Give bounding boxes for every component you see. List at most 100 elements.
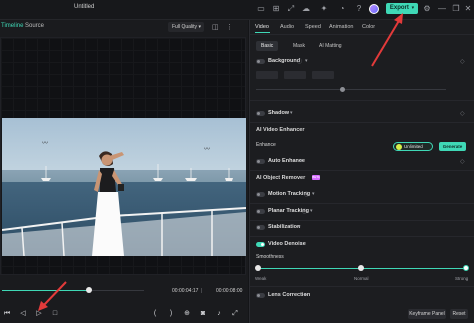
maximize-icon[interactable]: ❐ (450, 3, 462, 15)
enhance-label: Enhance (256, 142, 276, 148)
ai-video-enhancer-label: AI Video Enhancer (256, 127, 305, 133)
subtab-basic[interactable]: Basic (256, 41, 279, 51)
woman-with-binoculars (92, 151, 124, 256)
help-icon[interactable]: ⓘ (304, 191, 309, 198)
shadow-toggle[interactable] (256, 111, 265, 116)
cloud-icon[interactable]: ☁ (300, 3, 312, 15)
step-back-icon[interactable]: ⏮ (2, 309, 12, 319)
keyframe-icon[interactable]: ◇ (460, 158, 465, 165)
divider (250, 286, 474, 287)
current-time: 00:00:04:17 (172, 288, 199, 294)
export-button[interactable]: Export ▾ (386, 3, 418, 14)
planar-tracking-row[interactable]: Planar Tracking ⓘ ▾ (250, 206, 474, 218)
previous-frame-icon[interactable]: ◁ (18, 309, 28, 319)
chevron-down-icon[interactable]: ▾ (304, 292, 307, 298)
auto-enhance-row[interactable]: Auto Enhance ▾ ◇ (250, 156, 474, 168)
volume-icon[interactable]: ♪ (214, 309, 224, 319)
chevron-down-icon[interactable]: ▾ (412, 5, 415, 11)
slider-stop-weak[interactable] (255, 265, 261, 271)
motion-tracking-row[interactable]: Motion Tracking ⓘ ▾ (250, 189, 474, 201)
video-denoise-toggle[interactable] (256, 242, 265, 247)
background-label: Background (268, 58, 301, 64)
video-frame[interactable]: 〰 〰 (2, 118, 246, 256)
background-row[interactable]: Background ⓘ ▾ ◇ (250, 56, 474, 68)
zoom-icon[interactable]: ⊕ (182, 309, 192, 319)
auto-enhance-toggle[interactable] (256, 159, 265, 164)
divider (250, 203, 474, 204)
video-denoise-row[interactable]: Video Denoise ▾ (250, 239, 474, 251)
sailboat (225, 168, 233, 181)
notification-icon[interactable]: ◔ (336, 3, 348, 15)
window-title: Untitled (74, 4, 95, 10)
tab-audio[interactable]: Audio (280, 24, 294, 30)
mark-out-icon[interactable]: ) (166, 309, 176, 319)
background-swatch[interactable] (312, 71, 334, 79)
help-icon[interactable]: ? (353, 3, 365, 15)
subtab-mask[interactable]: Mask (288, 41, 310, 51)
tab-color[interactable]: Color (362, 24, 375, 30)
chevron-down-icon[interactable]: ▾ (310, 208, 313, 214)
smoothness-slider-handle[interactable] (463, 265, 469, 271)
subtab-ai-matting[interactable]: AI Matting (314, 41, 347, 51)
planar-tracking-toggle[interactable] (256, 209, 265, 214)
avatar[interactable] (369, 4, 379, 14)
motion-tracking-toggle[interactable] (256, 192, 265, 197)
fullscreen-icon[interactable]: ⤢ (285, 3, 297, 15)
snapshot-icon[interactable]: ◫ (212, 23, 219, 31)
divider (250, 220, 474, 221)
minimize-icon[interactable]: — (436, 3, 448, 15)
stop-icon[interactable]: □ (50, 309, 60, 319)
bird: 〰 (42, 141, 49, 147)
unlimited-badge[interactable]: Unlimited (393, 142, 433, 151)
title-bar: Untitled ▭ ⊞ ⤢ ☁ ✦ ◔ ? Export ▾ ⚙ — ❐ ✕ (0, 0, 474, 20)
mark-in-icon[interactable]: ( (150, 309, 160, 319)
reset-button[interactable]: Reset (450, 309, 468, 319)
stabilization-row[interactable]: Stabilization ▾ (250, 222, 474, 234)
stabilization-toggle[interactable] (256, 225, 265, 230)
camera-icon[interactable]: ◙ (198, 309, 208, 319)
more-icon[interactable]: ⋮ (226, 23, 233, 31)
monitor-icon[interactable]: ▭ (255, 3, 267, 15)
help-icon[interactable]: ⓘ (302, 208, 307, 215)
playhead-handle[interactable] (85, 287, 92, 293)
quality-dropdown[interactable]: Full Quality ▾ (168, 22, 204, 32)
smoothness-strong: Strong (455, 276, 469, 281)
chevron-down-icon[interactable]: ▾ (312, 191, 315, 197)
quality-label: Full Quality (172, 24, 198, 30)
background-swatch[interactable] (256, 71, 278, 79)
lens-correction-row[interactable]: Lens Correction ▾ (250, 290, 474, 302)
slider-stop-normal[interactable] (358, 265, 364, 271)
chevron-down-icon[interactable]: ▾ (290, 110, 293, 116)
chevron-down-icon[interactable]: ▾ (300, 241, 303, 247)
tab-animation[interactable]: Animation (329, 24, 353, 30)
layout-icon[interactable]: ⊞ (270, 3, 282, 15)
play-icon[interactable]: ▷ (34, 309, 44, 319)
settings-icon[interactable]: ⚙ (421, 3, 433, 15)
divider (250, 34, 474, 35)
export-label: Export (389, 5, 409, 11)
community-icon[interactable]: ✦ (318, 3, 330, 15)
close-icon[interactable]: ✕ (462, 3, 474, 15)
chevron-down-icon[interactable]: ▾ (305, 58, 308, 64)
lens-correction-toggle[interactable] (256, 293, 265, 298)
background-swatch[interactable] (284, 71, 306, 79)
generate-button[interactable]: Generate (439, 142, 466, 151)
keyframe-icon[interactable]: ◇ (460, 110, 465, 117)
background-toggle[interactable] (256, 59, 265, 64)
tab-timeline[interactable]: Timeline (1, 23, 23, 29)
keyframe-icon[interactable]: ◇ (460, 58, 465, 65)
expand-icon[interactable]: ⤢ (230, 309, 240, 319)
tab-speed[interactable]: Speed (305, 24, 321, 30)
shadow-row[interactable]: Shadow ▾ ◇ (250, 108, 474, 120)
help-icon[interactable]: ⓘ (297, 58, 302, 65)
time-separator: | (201, 288, 203, 294)
tab-source[interactable]: Source (25, 23, 44, 29)
chevron-down-icon[interactable]: ▾ (298, 224, 301, 230)
tab-video[interactable]: Video (255, 24, 269, 30)
keyframe-panel-button[interactable]: Keyframe Panel (408, 309, 446, 319)
background-slider-handle[interactable] (340, 87, 345, 92)
chevron-down-icon[interactable]: ▾ (300, 158, 303, 164)
total-time: 00:00:08:00 (216, 288, 243, 294)
background-slider[interactable] (256, 89, 446, 90)
playback-timeline[interactable]: 00:00:04:17 | 00:00:08:00 (0, 285, 248, 295)
